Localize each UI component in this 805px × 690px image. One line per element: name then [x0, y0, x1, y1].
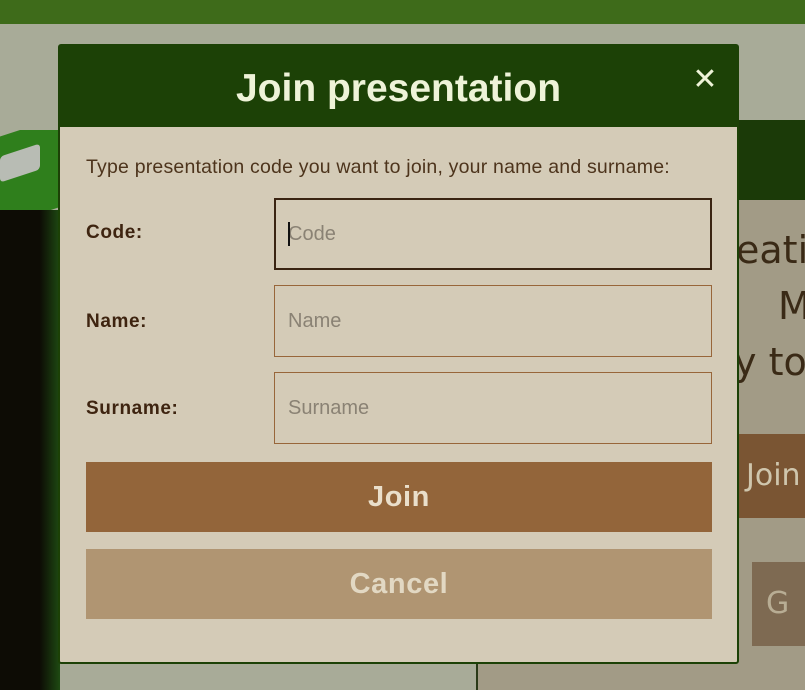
background-go-button: G [752, 562, 805, 646]
code-input[interactable] [274, 198, 712, 270]
cancel-button[interactable]: Cancel [86, 549, 712, 619]
background-top-bar [0, 0, 805, 24]
close-icon[interactable]: ✕ [690, 64, 720, 96]
background-text-line-1: eatin [736, 228, 805, 272]
join-button[interactable]: Join [86, 462, 712, 532]
cube-ridge [0, 143, 40, 183]
background-join-button: Join [738, 434, 805, 518]
dialog-header: Join presentation ✕ [60, 46, 737, 127]
text-caret [288, 222, 290, 246]
code-label: Code: [86, 222, 143, 243]
name-label: Name: [86, 311, 148, 332]
dialog-instructions: Type presentation code you want to join,… [86, 156, 670, 178]
background-text-line-2: M [778, 284, 805, 328]
join-presentation-dialog: Join presentation ✕ Type presentation co… [58, 44, 739, 664]
dialog-title: Join presentation [235, 67, 562, 110]
name-input[interactable] [274, 285, 712, 357]
cube-edge-glow [40, 210, 60, 690]
surname-label: Surname: [86, 398, 179, 419]
background-text-line-3: y to [734, 340, 805, 384]
surname-input[interactable] [274, 372, 712, 444]
